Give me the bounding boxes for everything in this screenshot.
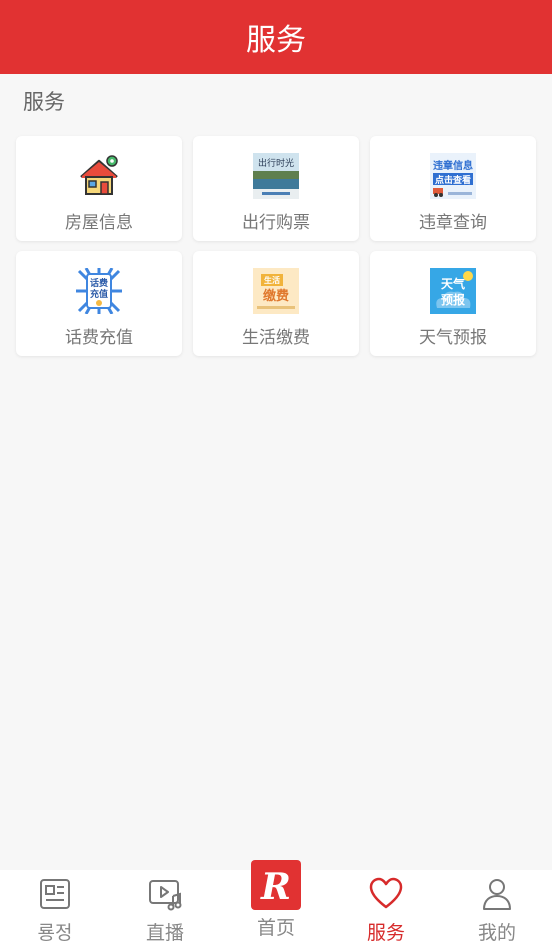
svg-text:生活: 生活 [264,275,280,285]
tab-label: 我的 [477,922,516,944]
tab-live[interactable]: 直播 [110,870,220,952]
svg-text:出行时光: 出行时光 [258,157,294,169]
svg-text:话费: 话费 [90,277,108,289]
svg-text:预报: 预报 [441,292,465,307]
tab-mine[interactable]: 我的 [442,870,552,952]
live-video-icon [149,880,182,911]
svg-text:点击查看: 点击查看 [435,174,471,186]
page-title: 服务 [246,23,306,58]
phone-recharge-icon: 话费 充值 [76,268,122,314]
service-label: 出行购票 [242,213,310,233]
svg-text:缴费: 缴费 [263,288,289,304]
weather-forecast-icon: 天气 预报 [430,268,476,314]
tab-label: 直播 [145,922,184,944]
tab-label: 服务 [366,922,405,944]
user-icon [483,879,511,910]
service-label: 天气预报 [419,328,487,348]
service-violation-query[interactable]: 违章信息 点击查看 违章查询 [370,136,536,241]
service-label: 房屋信息 [65,213,133,233]
service-weather-forecast[interactable]: 天气 预报 天气预报 [370,251,536,356]
svg-text:违章信息: 违章信息 [433,159,473,172]
services-grid: 房屋信息 出行时光 出行购票 违章信息 点击查看 违章查询 话费 充值 话费充值… [16,136,536,356]
tab-label: 룡정 [37,922,73,944]
home-logo-icon: R [251,860,301,910]
service-house-info[interactable]: 房屋信息 [16,136,182,241]
travel-ticket-icon: 出行时光 [253,153,299,199]
utility-payment-icon: 生活 缴费 [253,268,299,314]
heart-icon [369,877,403,909]
tab-news[interactable]: 룡정 [0,870,110,952]
house-icon [80,155,118,195]
svg-text:充值: 充值 [90,288,108,300]
service-utility-payment[interactable]: 生活 缴费 生活缴费 [193,251,359,356]
tab-label: 首页 [256,917,295,939]
service-phone-recharge[interactable]: 话费 充值 话费充值 [16,251,182,356]
app-header: 服务 [0,0,552,74]
violation-query-icon: 违章信息 点击查看 [430,153,476,199]
svg-text:天气: 天气 [441,276,465,291]
tab-service[interactable]: 服务 [331,870,441,952]
service-label: 话费充值 [65,328,133,348]
section-title: 服务 [23,90,65,114]
service-label: 生活缴费 [242,328,310,348]
service-label: 违章查询 [419,213,487,233]
svg-text:R: R [260,866,291,907]
news-icon [40,879,70,909]
tab-home[interactable]: R 首页 [221,860,331,952]
bottom-tab-bar: 룡정 直播 R 首页 服务 我的 [0,860,552,952]
service-travel-ticket[interactable]: 出行时光 出行购票 [193,136,359,241]
